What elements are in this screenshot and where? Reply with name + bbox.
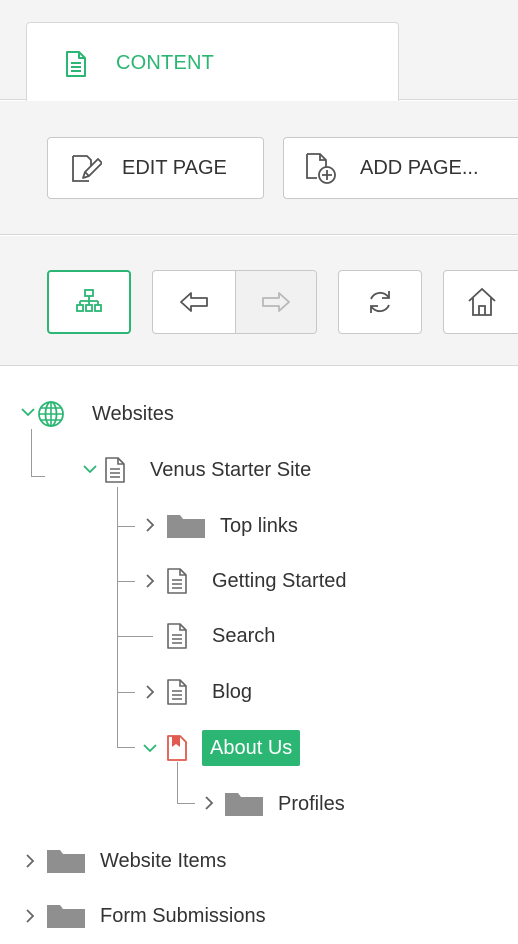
page-icon bbox=[167, 623, 187, 649]
globe-icon bbox=[38, 401, 64, 427]
tree-node-website-items: Website Items bbox=[46, 838, 234, 884]
folder-icon bbox=[167, 515, 205, 538]
page-icon bbox=[105, 457, 125, 483]
tree-node-about-us: About Us bbox=[166, 725, 301, 771]
chevron-down-icon[interactable] bbox=[142, 741, 158, 759]
tree-node-profiles: Profiles bbox=[224, 781, 353, 827]
tree-node-label[interactable]: Top links bbox=[212, 508, 306, 544]
tree-node-label[interactable]: Profiles bbox=[270, 786, 353, 822]
content-tree: Websites Venus Starter Site Top links Ge… bbox=[0, 367, 518, 944]
tree-node-label-selected[interactable]: About Us bbox=[202, 730, 301, 766]
tree-node-top-links: Top links bbox=[166, 503, 306, 549]
chevron-right-icon[interactable] bbox=[144, 517, 156, 538]
add-page-button[interactable]: ADD PAGE... bbox=[283, 137, 518, 199]
add-page-label: ADD PAGE... bbox=[360, 156, 479, 179]
content-panel: CONTENT EDIT PAGE ADD PAGE... Websites V… bbox=[0, 0, 518, 944]
tab-strip: CONTENT bbox=[0, 0, 518, 102]
document-icon bbox=[65, 51, 87, 82]
refresh-icon bbox=[370, 291, 390, 313]
home-icon bbox=[468, 287, 496, 316]
tab-content-label: CONTENT bbox=[116, 52, 215, 74]
history-button-group bbox=[152, 270, 317, 334]
tree-node-search: Search bbox=[166, 613, 283, 659]
tree-connector bbox=[117, 581, 135, 582]
tree-node-label[interactable]: Form Submissions bbox=[92, 898, 274, 934]
tree-connector bbox=[117, 692, 135, 693]
sitemap-icon bbox=[76, 289, 102, 312]
tree-node-label[interactable]: Getting Started bbox=[204, 563, 355, 599]
tree-connector bbox=[117, 636, 153, 637]
home-button[interactable] bbox=[443, 270, 518, 334]
edit-page-label: EDIT PAGE bbox=[122, 156, 227, 179]
tree-node-label[interactable]: Venus Starter Site bbox=[142, 452, 319, 488]
add-page-icon bbox=[306, 153, 336, 184]
tree-node-label[interactable]: Website Items bbox=[92, 843, 234, 879]
chevron-down-icon[interactable] bbox=[20, 405, 36, 423]
tab-content[interactable]: CONTENT bbox=[26, 22, 399, 102]
tree-node-label[interactable]: Blog bbox=[204, 674, 260, 710]
chevron-down-icon[interactable] bbox=[82, 462, 98, 480]
refresh-button[interactable] bbox=[338, 270, 422, 334]
tree-toolbar bbox=[0, 236, 518, 366]
tree-connector bbox=[117, 747, 135, 748]
chevron-right-icon[interactable] bbox=[144, 684, 156, 705]
folder-icon bbox=[47, 905, 85, 928]
chevron-right-icon[interactable] bbox=[24, 908, 36, 929]
tree-view-button[interactable] bbox=[47, 270, 131, 334]
page-icon bbox=[167, 679, 187, 705]
folder-icon bbox=[225, 793, 263, 816]
tree-connector bbox=[117, 526, 135, 527]
tree-node-form-submissions: Form Submissions bbox=[46, 893, 274, 939]
forward-button[interactable] bbox=[234, 271, 316, 333]
tree-connector bbox=[31, 476, 45, 477]
arrow-left-icon bbox=[179, 292, 208, 312]
folder-icon bbox=[47, 850, 85, 873]
page-actions: EDIT PAGE ADD PAGE... bbox=[0, 101, 518, 235]
tree-connector bbox=[177, 803, 195, 804]
tree-connector bbox=[31, 429, 32, 476]
bookmark-page-icon bbox=[167, 735, 187, 761]
page-icon bbox=[167, 568, 187, 594]
tree-node-websites: Websites bbox=[36, 391, 182, 437]
chevron-right-icon[interactable] bbox=[203, 795, 215, 816]
back-button[interactable] bbox=[153, 271, 235, 333]
tree-node-blog: Blog bbox=[166, 669, 260, 715]
chevron-right-icon[interactable] bbox=[144, 573, 156, 594]
chevron-right-icon[interactable] bbox=[24, 853, 36, 874]
tree-node-getting-started: Getting Started bbox=[166, 558, 355, 604]
tree-node-label[interactable]: Websites bbox=[84, 396, 182, 432]
arrow-right-icon bbox=[261, 292, 290, 312]
edit-page-icon bbox=[72, 155, 102, 182]
tree-node-label[interactable]: Search bbox=[204, 618, 283, 654]
tree-node-venus-starter-site: Venus Starter Site bbox=[104, 447, 319, 493]
edit-page-button[interactable]: EDIT PAGE bbox=[47, 137, 264, 199]
